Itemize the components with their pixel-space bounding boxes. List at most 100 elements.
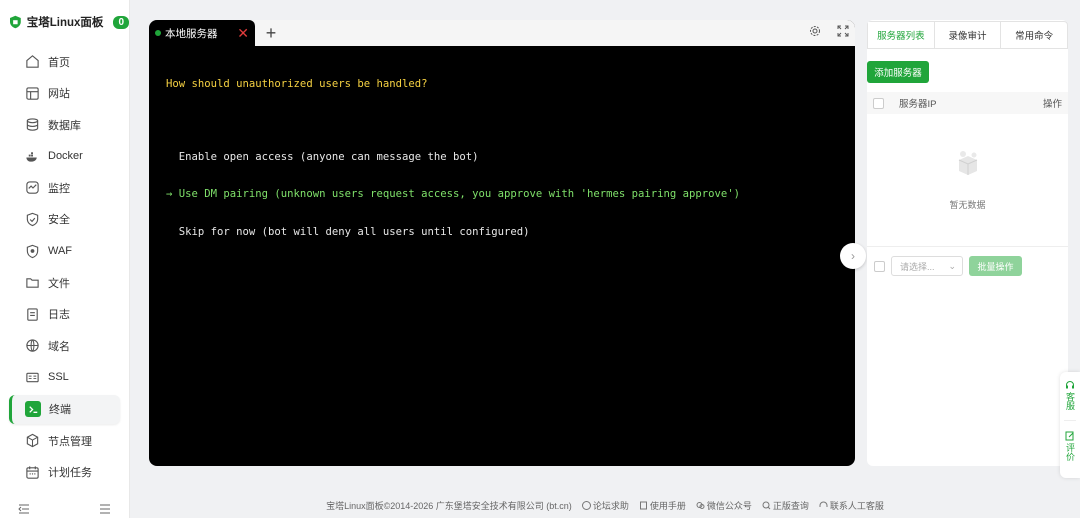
empty-text: 暂无数据 (949, 200, 986, 210)
home-icon (24, 54, 40, 70)
sidebar-item-12[interactable]: 节点管理 (9, 426, 120, 455)
edit-icon (1065, 431, 1074, 441)
floating-support-bar: 客服 评价 (1060, 372, 1080, 478)
batch-select-checkbox[interactable] (874, 260, 885, 272)
terminal-icon (25, 401, 41, 418)
tab-label: 本地服务器 (165, 27, 218, 40)
sidebar-item-1[interactable]: 网站 (9, 79, 120, 108)
brand-name: 宝塔Linux面板 (26, 17, 104, 29)
float-divider (1064, 420, 1076, 421)
sidebar-item-label: 文件 (48, 277, 70, 290)
book-icon (639, 501, 647, 510)
footer-link-verify-label: 正版查询 (772, 501, 809, 511)
batch-toolbar: 请选择... ⌄ 批量操作 (867, 246, 1068, 276)
sidebar-item-label: 安全 (48, 214, 70, 227)
sidebar-item-2[interactable]: 数据库 (9, 110, 120, 139)
ssl-icon (24, 369, 40, 385)
footer-link-verify[interactable]: 正版查询 (762, 499, 809, 512)
sidebar-item-label: SSL (48, 371, 69, 384)
footer-link-manual[interactable]: 使用手册 (639, 499, 686, 512)
footer-link-wechat[interactable]: 微信公众号 (696, 499, 752, 512)
monitor-icon (24, 180, 40, 196)
sidebar-item-label: 数据库 (48, 119, 81, 132)
search-icon (762, 501, 771, 510)
website-icon (24, 85, 40, 101)
collapse-sidebar-icon[interactable] (18, 502, 30, 514)
sidebar-item-6[interactable]: WAF (9, 237, 120, 266)
chevron-down-icon: ⌄ (948, 260, 956, 271)
brand: 宝塔Linux面板 0 (0, 0, 129, 44)
sidebar-item-label: 网站 (48, 88, 70, 101)
sidebar-item-10[interactable]: SSL (9, 363, 120, 392)
folder-icon (24, 275, 40, 291)
menu-icon[interactable] (99, 502, 111, 514)
sidebar-item-8[interactable]: 日志 (9, 300, 120, 329)
sidebar-item-13[interactable]: 计划任务 (9, 458, 120, 487)
sidebar-item-label: 终端 (49, 404, 71, 417)
shield-icon (24, 211, 40, 227)
sidebar-item-11[interactable]: 终端 (9, 394, 120, 424)
footer-link-forum-label: 论坛求助 (592, 501, 629, 511)
help-icon (581, 501, 591, 510)
terminal-question: How should unauthorized users be handled… (166, 78, 428, 90)
tab-server-list[interactable]: 服务器列表 (868, 22, 935, 48)
sidebar-item-0[interactable]: 首页 (9, 47, 120, 76)
terminal-tools (809, 20, 849, 46)
sidebar-item-label: 日志 (48, 309, 70, 322)
close-tab-icon[interactable]: ✕ (237, 26, 249, 40)
wechat-icon (696, 502, 705, 509)
sidebar-item-7[interactable]: 文件 (9, 268, 120, 297)
footer-link-forum[interactable]: 论坛求助 (581, 499, 629, 512)
database-icon (24, 117, 40, 133)
empty-box-icon (958, 151, 977, 175)
log-icon (24, 306, 40, 322)
review-button[interactable]: 评价 (1065, 431, 1075, 461)
sidebar-item-3[interactable]: Docker (9, 142, 120, 171)
customer-service-button[interactable]: 客服 (1065, 380, 1075, 410)
node-icon (24, 433, 40, 449)
terminal-option-skip: Skip for now (bot will deny all users un… (166, 225, 530, 238)
review-label: 评价 (1065, 443, 1075, 461)
panel-toggle-chevron-icon[interactable]: › (840, 243, 866, 269)
server-panel-tabs: 服务器列表 录像审计 常用命令 (867, 21, 1068, 49)
copyright-text: 宝塔Linux面板©2014-2026 广东堡塔安全技术有限公司 (bt.cn) (326, 501, 572, 511)
calendar-icon (24, 464, 40, 480)
sidebar-footer (0, 502, 129, 514)
terminal-tabbar: 本地服务器 ✕ + (149, 20, 855, 46)
fullscreen-icon[interactable] (837, 24, 849, 42)
sidebar-item-label: 首页 (48, 56, 70, 69)
tab-common-commands[interactable]: 常用命令 (1001, 22, 1067, 48)
terminal-option-open-access: Enable open access (anyone can message t… (166, 150, 479, 163)
terminal-panel: 本地服务器 ✕ + How should unauthorized users … (149, 20, 855, 466)
terminal-output[interactable]: How should unauthorized users be handled… (149, 46, 855, 263)
docker-icon (24, 148, 40, 164)
notification-badge[interactable]: 0 (113, 15, 129, 29)
add-tab-icon[interactable]: + (259, 20, 283, 46)
footer-link-wechat-label: 微信公众号 (706, 501, 752, 511)
add-server-button[interactable]: 添加服务器 (867, 61, 929, 83)
select-placeholder: 请选择... (900, 261, 935, 272)
settings-icon[interactable] (809, 24, 821, 42)
sidebar-item-label: 计划任务 (48, 467, 92, 480)
empty-state: 暂无数据 (867, 146, 1068, 211)
sidebar-nav: 首页网站数据库 Docker 监控安全 WAF 文件日志域名 SSL 终端节点管理计划任务 (0, 44, 129, 487)
sidebar-item-5[interactable]: 安全 (9, 205, 120, 234)
column-action: 操作 (1042, 99, 1062, 110)
batch-action-select[interactable]: 请选择... ⌄ (891, 256, 963, 276)
sidebar-item-4[interactable]: 监控 (9, 173, 120, 202)
customer-service-label: 客服 (1065, 392, 1075, 410)
connected-status-dot (155, 30, 161, 36)
server-panel: 服务器列表 录像审计 常用命令 添加服务器 服务器IP 操作 暂无数据 请选择.… (867, 20, 1068, 466)
footer-link-contact-label: 联系人工客服 (829, 501, 884, 511)
tab-recording-audit[interactable]: 录像审计 (935, 22, 1002, 48)
sidebar-item-label: 监控 (48, 182, 70, 195)
sidebar-item-9[interactable]: 域名 (9, 331, 120, 360)
batch-action-button[interactable]: 批量操作 (969, 256, 1022, 276)
sidebar-item-label: WAF (48, 245, 73, 258)
page-footer: 宝塔Linux面板©2014-2026 广东堡塔安全技术有限公司 (bt.cn)… (130, 499, 1080, 512)
tab-local-server[interactable]: 本地服务器 ✕ (149, 20, 255, 46)
footer-link-contact[interactable]: 联系人工客服 (819, 499, 884, 512)
select-all-checkbox[interactable] (873, 97, 884, 109)
logo-icon (10, 15, 21, 29)
column-server-ip: 服务器IP (899, 99, 937, 110)
